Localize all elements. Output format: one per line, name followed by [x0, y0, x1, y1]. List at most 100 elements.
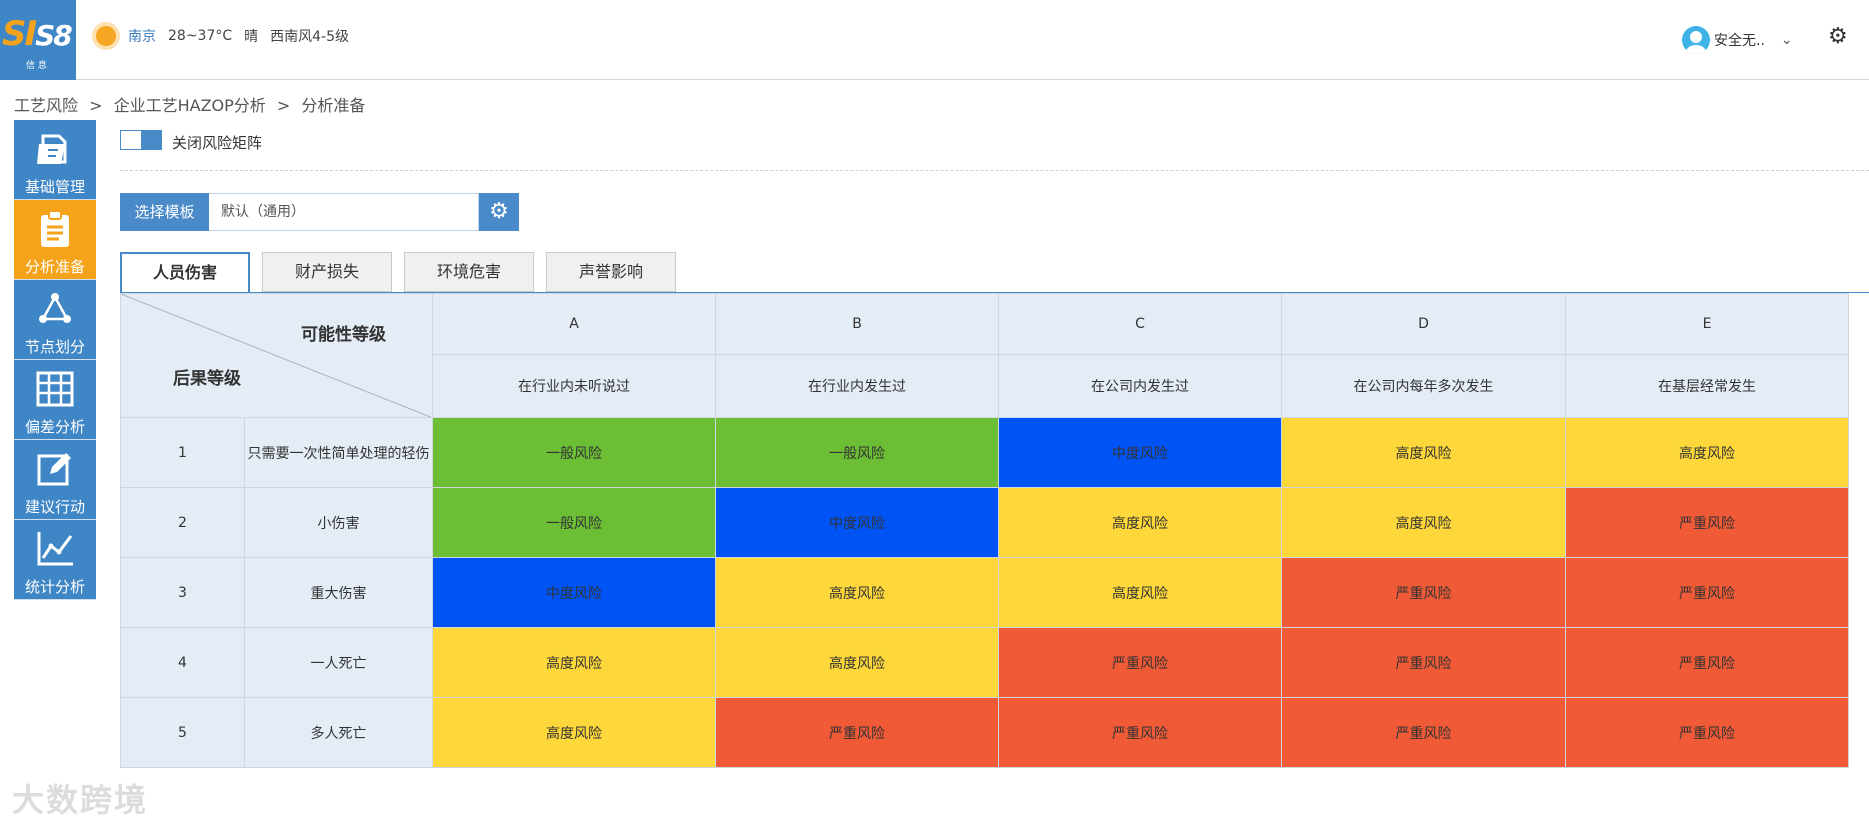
column-desc: 在基层经常发生 [1565, 354, 1849, 418]
risk-cell[interactable]: 严重风险 [1281, 627, 1566, 698]
sidebar-item-analysis-prep[interactable]: 分析准备 [14, 200, 96, 280]
weather-condition: 晴 [244, 29, 259, 45]
divider [120, 170, 1869, 171]
risk-cell[interactable]: 高度风险 [432, 697, 716, 768]
column-code: D [1281, 293, 1566, 355]
breadcrumb-item[interactable]: 企业工艺HAZOP分析 [114, 96, 266, 115]
row-level: 5 [120, 697, 245, 768]
breadcrumb-separator: > [276, 96, 291, 115]
template-selector: 选择模板 默认（通用） ⚙ [120, 193, 519, 231]
weather-temp: 28~37°C [168, 28, 233, 44]
likelihood-title: 可能性等级 [301, 325, 386, 345]
risk-cell[interactable]: 严重风险 [1565, 697, 1849, 768]
column-desc: 在公司内发生过 [998, 354, 1282, 418]
chevron-down-icon[interactable]: ⌄ [1781, 32, 1793, 48]
risk-cell[interactable]: 高度风险 [715, 627, 999, 698]
column-desc: 在行业内未听说过 [432, 354, 716, 418]
risk-cell[interactable]: 高度风险 [432, 627, 716, 698]
row-level: 1 [120, 417, 245, 488]
edit-icon [14, 448, 96, 490]
watermark: 大数跨境 [12, 781, 149, 819]
template-label: 选择模板 [120, 193, 209, 231]
gear-icon[interactable]: ⚙ [1828, 24, 1848, 49]
breadcrumb-current: 分析准备 [301, 96, 366, 115]
gear-icon: ⚙ [489, 199, 509, 224]
risk-cell[interactable]: 中度风险 [998, 417, 1282, 488]
risk-cell[interactable]: 一般风险 [715, 417, 999, 488]
column-desc: 在公司内每年多次发生 [1281, 354, 1566, 418]
row-desc: 多人死亡 [244, 697, 433, 768]
sidebar-item-node-division[interactable]: 节点划分 [14, 280, 96, 360]
column-code: E [1565, 293, 1849, 355]
sun-icon [96, 26, 116, 46]
tab-environmental-hazard[interactable]: 环境危害 [404, 252, 534, 292]
grid-icon [14, 368, 96, 410]
table-row: 5 多人死亡 高度风险 严重风险 严重风险 严重风险 严重风险 [120, 697, 1849, 768]
sidebar: 基础管理 分析准备 节点划分 偏差分析 建议行动 统计分析 [14, 120, 96, 600]
risk-cell[interactable]: 严重风险 [1565, 487, 1849, 558]
risk-cell[interactable]: 严重风险 [1281, 557, 1566, 628]
breadcrumb: 工艺风险 > 企业工艺HAZOP分析 > 分析准备 [14, 92, 371, 116]
risk-matrix-toggle[interactable] [120, 130, 162, 150]
row-desc: 重大伤害 [244, 557, 433, 628]
risk-cell[interactable]: 严重风险 [1565, 627, 1849, 698]
breadcrumb-separator: > [89, 96, 103, 115]
column-code: A [432, 293, 716, 355]
risk-matrix-toggle-label: 关闭风险矩阵 [172, 134, 263, 152]
template-settings-button[interactable]: ⚙ [479, 193, 519, 231]
column-code: B [715, 293, 999, 355]
user-name: 安全无.. [1714, 33, 1765, 49]
risk-cell[interactable]: 高度风险 [715, 557, 999, 628]
table-row: 1 只需要一次性简单处理的轻伤 一般风险 一般风险 中度风险 高度风险 高度风险 [120, 417, 1849, 488]
row-desc: 只需要一次性简单处理的轻伤 [244, 417, 433, 488]
risk-cell[interactable]: 高度风险 [1281, 417, 1566, 488]
row-desc: 小伤害 [244, 487, 433, 558]
row-desc: 一人死亡 [244, 627, 433, 698]
risk-cell[interactable]: 一般风险 [432, 487, 716, 558]
diagonal-line [121, 294, 431, 417]
table-row: 2 小伤害 一般风险 中度风险 高度风险 高度风险 严重风险 [120, 487, 1849, 558]
weather-wind: 西南风4-5级 [270, 29, 350, 45]
risk-cell[interactable]: 严重风险 [715, 697, 999, 768]
consequence-title: 后果等级 [173, 369, 241, 389]
node-graph-icon [14, 288, 96, 330]
top-bar: SIS8 信 息 南京 28~37°C 晴 西南风4-5级 安全无.. ⌄ ⚙ [0, 0, 1869, 80]
column-code: C [998, 293, 1282, 355]
tab-property-loss[interactable]: 财产损失 [262, 252, 392, 292]
table-row: 3 重大伤害 中度风险 高度风险 高度风险 严重风险 严重风险 [120, 557, 1849, 628]
risk-cell[interactable]: 高度风险 [998, 487, 1282, 558]
row-level: 2 [120, 487, 245, 558]
risk-cell[interactable]: 一般风险 [432, 417, 716, 488]
risk-cell[interactable]: 严重风险 [998, 627, 1282, 698]
breadcrumb-item[interactable]: 工艺风险 [14, 96, 78, 115]
sidebar-item-basic-management[interactable]: 基础管理 [14, 120, 96, 200]
sidebar-item-statistics[interactable]: 统计分析 [14, 520, 96, 600]
risk-cell[interactable]: 中度风险 [715, 487, 999, 558]
column-desc: 在行业内发生过 [715, 354, 999, 418]
risk-cell[interactable]: 严重风险 [1565, 557, 1849, 628]
row-level: 4 [120, 627, 245, 698]
risk-cell[interactable]: 高度风险 [1565, 417, 1849, 488]
table-row: 4 一人死亡 高度风险 高度风险 严重风险 严重风险 严重风险 [120, 627, 1849, 698]
clipboard-icon [14, 208, 96, 250]
risk-cell[interactable]: 严重风险 [998, 697, 1282, 768]
risk-cell[interactable]: 中度风险 [432, 557, 716, 628]
weather-widget: 南京 28~37°C 晴 西南风4-5级 [96, 26, 361, 46]
risk-cell[interactable]: 高度风险 [998, 557, 1282, 628]
sidebar-item-recommended-action[interactable]: 建议行动 [14, 440, 96, 520]
user-menu[interactable]: 安全无.. ⌄ [1682, 26, 1793, 54]
risk-cell[interactable]: 高度风险 [1281, 487, 1566, 558]
weather-city[interactable]: 南京 [128, 26, 156, 46]
matrix-corner-header: 可能性等级 后果等级 [120, 293, 433, 418]
risk-matrix-table: 可能性等级 后果等级 A B C D E 在行业内未听说过 在行业内发生过 在公… [120, 293, 1849, 768]
app-logo[interactable]: SIS8 信 息 [0, 0, 76, 80]
row-level: 3 [120, 557, 245, 628]
tab-reputation-impact[interactable]: 声誉影响 [546, 252, 676, 292]
tab-personnel-injury[interactable]: 人员伤害 [120, 252, 250, 294]
template-input[interactable]: 默认（通用） [209, 193, 479, 231]
chart-icon [14, 528, 96, 570]
avatar [1682, 26, 1710, 54]
risk-cell[interactable]: 严重风险 [1281, 697, 1566, 768]
folder-icon [14, 128, 96, 170]
sidebar-item-deviation-analysis[interactable]: 偏差分析 [14, 360, 96, 440]
